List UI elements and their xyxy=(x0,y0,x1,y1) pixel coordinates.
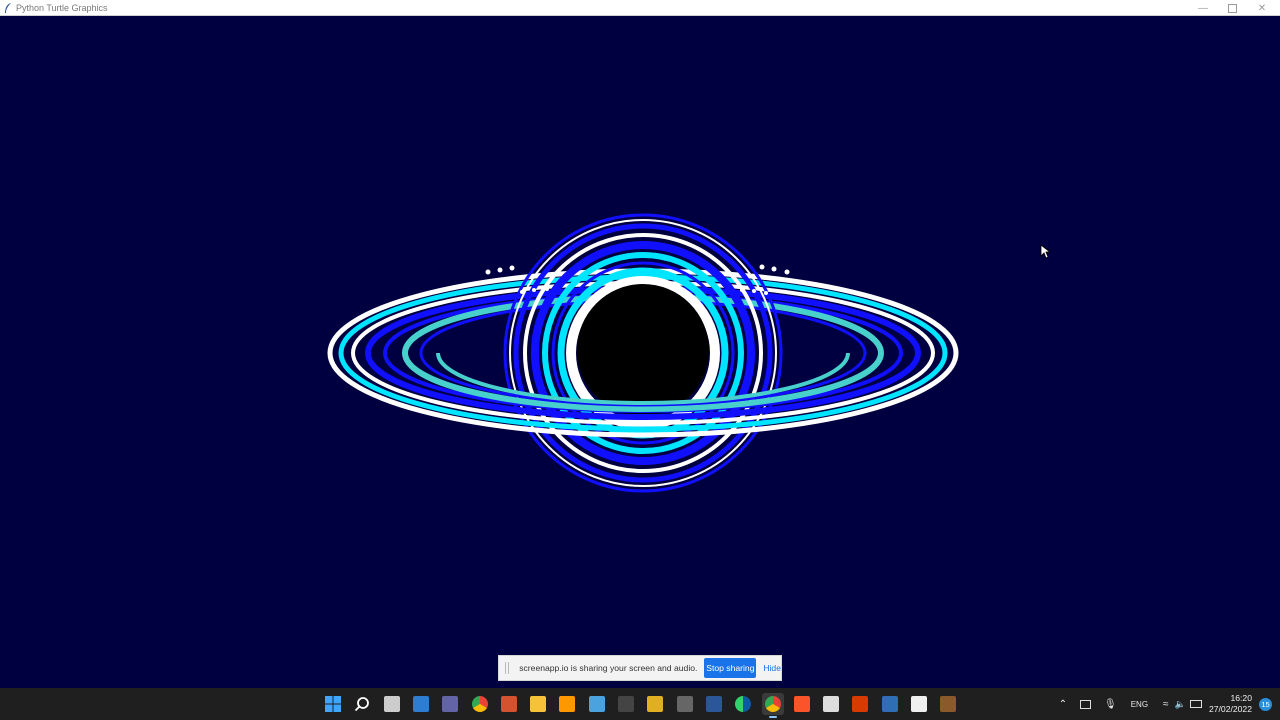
drag-handle-icon[interactable] xyxy=(505,662,512,674)
taskbar-sublime-button[interactable] xyxy=(556,693,578,715)
maximize-icon xyxy=(1227,3,1237,13)
chevron-up-icon[interactable]: ⌃ xyxy=(1056,699,1070,710)
clock-time: 16:20 xyxy=(1230,693,1252,703)
window-titlebar[interactable]: Python Turtle Graphics xyxy=(0,0,1280,16)
terminal-icon xyxy=(618,696,634,712)
share-message: screenapp.io is sharing your screen and … xyxy=(519,663,698,673)
taskbar-calculator-button[interactable] xyxy=(674,693,696,715)
chrome-icon xyxy=(472,696,488,712)
taskbar-chrome-1-button[interactable] xyxy=(469,693,491,715)
minimize-icon: — xyxy=(1198,2,1208,14)
taskbar-task-view-button[interactable] xyxy=(381,693,403,715)
black-hole-drawing xyxy=(327,213,959,493)
windows-icon xyxy=(325,696,341,712)
zotero-icon xyxy=(882,696,898,712)
taskbar-search-button[interactable] xyxy=(351,693,373,715)
taskbar-document-button[interactable] xyxy=(908,693,930,715)
language-indicator[interactable]: ENG xyxy=(1131,700,1148,709)
taskbar-minecraft-button[interactable] xyxy=(937,693,959,715)
folder-icon xyxy=(530,696,546,712)
event-horizon xyxy=(577,284,709,416)
search-icon xyxy=(354,696,370,712)
taskbar-brave-button[interactable] xyxy=(791,693,813,715)
minimize-button[interactable]: — xyxy=(1187,0,1219,16)
taskbar-chat-button[interactable] xyxy=(439,693,461,715)
maximize-button[interactable] xyxy=(1216,0,1248,16)
taskbar-office-button[interactable] xyxy=(849,693,871,715)
turtle-canvas[interactable] xyxy=(2,17,1278,686)
widgets-icon xyxy=(413,696,429,712)
taskbar-photos-button[interactable] xyxy=(586,693,608,715)
notification-badge[interactable]: 15 xyxy=(1259,698,1272,711)
window-title: Python Turtle Graphics xyxy=(16,2,108,13)
taskbar-edge-button[interactable] xyxy=(732,693,754,715)
hide-link[interactable]: Hide xyxy=(763,663,781,673)
wifi-icon[interactable]: ≈ xyxy=(1163,699,1169,710)
taskbar-notepad-button[interactable] xyxy=(820,693,842,715)
document-icon xyxy=(911,696,927,712)
yellow-app-icon xyxy=(647,696,663,712)
volume-icon[interactable]: 🔈 xyxy=(1175,699,1186,710)
edge-icon xyxy=(735,696,751,712)
close-button[interactable]: ✕ xyxy=(1246,0,1278,16)
office-icon xyxy=(852,696,868,712)
notepad-icon xyxy=(823,696,839,712)
clock[interactable]: 16:20 27/02/2022 xyxy=(1209,693,1252,715)
photos-icon xyxy=(589,696,605,712)
taskbar-app-yellow-button[interactable] xyxy=(644,693,666,715)
word-icon xyxy=(706,696,722,712)
taskbar-file-explorer-button[interactable] xyxy=(527,693,549,715)
mouse-cursor-icon xyxy=(1040,244,1050,259)
screen-share-notice: screenapp.io is sharing your screen and … xyxy=(498,655,782,681)
taskbar-terminal-button[interactable] xyxy=(615,693,637,715)
taskbar-powerpoint-button[interactable] xyxy=(498,693,520,715)
feather-icon xyxy=(5,2,11,13)
taskbar-widgets-button[interactable] xyxy=(410,693,432,715)
taskbar-word-button[interactable] xyxy=(703,693,725,715)
system-tray: ⌃ 🎙 ENG ≈ 🔈 xyxy=(1056,688,1202,720)
battery-icon[interactable] xyxy=(1189,700,1202,708)
chat-icon xyxy=(442,696,458,712)
microphone-icon[interactable]: 🎙 xyxy=(1104,699,1117,710)
taskbar-start-button[interactable] xyxy=(322,693,344,715)
close-icon: ✕ xyxy=(1257,2,1267,14)
taskbar: ⌃ 🎙 ENG ≈ 🔈 16:20 27/02/2022 15 xyxy=(0,688,1280,720)
clock-date: 27/02/2022 xyxy=(1208,704,1252,714)
taskbar-zotero-button[interactable] xyxy=(879,693,901,715)
powerpoint-icon xyxy=(501,696,517,712)
minecraft-icon xyxy=(940,696,956,712)
sublime-icon xyxy=(559,696,575,712)
brave-icon xyxy=(794,696,810,712)
task-view-icon xyxy=(384,696,400,712)
stop-sharing-button[interactable]: Stop sharing xyxy=(704,658,757,678)
calculator-icon xyxy=(677,696,693,712)
tablet-icon[interactable] xyxy=(1080,699,1091,709)
taskbar-chrome-2-button[interactable] xyxy=(762,693,784,718)
chrome-icon xyxy=(765,696,781,712)
